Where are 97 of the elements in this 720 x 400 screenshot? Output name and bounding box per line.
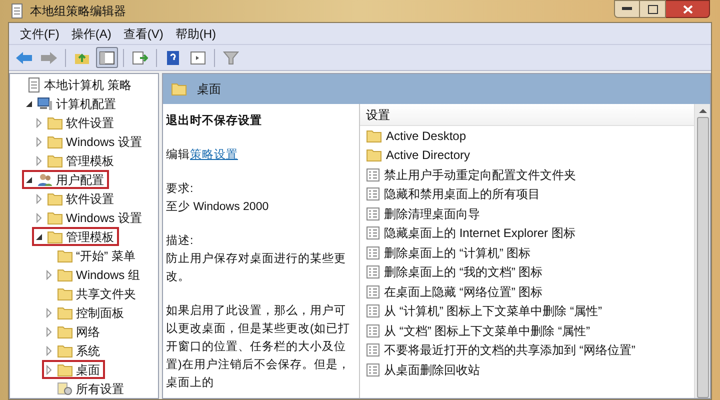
toolbar-button[interactable] [96, 47, 118, 68]
folder-icon [366, 148, 382, 162]
folder-icon [57, 306, 73, 320]
computer-icon [37, 96, 53, 110]
app-icon [10, 3, 24, 19]
setting-item[interactable]: Active Desktop [386, 126, 466, 145]
menu-item[interactable]: 查看(V) [118, 24, 168, 42]
setting-document-icon [366, 362, 380, 377]
setting-document-icon [366, 187, 380, 202]
folder-icon [57, 344, 73, 358]
expanded-arrow-icon[interactable] [24, 174, 34, 184]
tree-item[interactable]: 桌面 [76, 360, 100, 378]
collapsed-arrow-icon[interactable] [44, 270, 54, 280]
filter-icon [223, 50, 239, 64]
folder-icon [47, 116, 63, 130]
tree-pane-icon [99, 50, 115, 64]
folder-icon [47, 134, 63, 148]
requirement-text: 至少 Windows 2000 [166, 200, 270, 215]
users-icon [37, 172, 53, 186]
tree-item[interactable]: “开始” 菜单 [76, 246, 136, 264]
setting-item[interactable]: 禁止用户手动重定向配置文件文件夹 [384, 166, 576, 184]
expanded-arrow-icon[interactable] [34, 232, 44, 242]
close-icon [682, 4, 692, 14]
folder-icon [57, 324, 73, 338]
tree-item[interactable]: 所有设置 [76, 380, 124, 398]
tree-item[interactable]: 本地计算机 策略 [44, 76, 132, 94]
setting-document-icon [366, 168, 380, 182]
setting-document-icon [366, 343, 380, 358]
setting-document-icon [366, 226, 380, 240]
maximize-button[interactable] [640, 0, 666, 18]
export-list-icon [132, 50, 148, 64]
setting-item[interactable]: 从 “文档” 图标上下文菜单中删除 “属性” [384, 322, 590, 340]
restore-icon [648, 4, 658, 14]
setting-document-icon [366, 265, 380, 280]
setting-title: 退出时不保存设置 [166, 113, 263, 129]
description-text: 防止用户保存对桌面进行的某些更改。 [166, 251, 347, 285]
tree-item[interactable]: Windows 组 [76, 266, 140, 284]
window-title: 本地组策略编辑器 [30, 3, 126, 20]
tree-item[interactable]: 软件设置 [66, 114, 114, 132]
setting-document-icon [366, 246, 380, 260]
minimize-button[interactable] [614, 0, 640, 18]
tree-item[interactable]: 软件设置 [66, 190, 114, 208]
folder-icon [57, 268, 73, 282]
expanded-arrow-icon[interactable] [24, 98, 34, 108]
back-arrow-icon [15, 50, 33, 64]
tree-item[interactable]: 共享文件夹 [76, 284, 136, 302]
minimize-icon [622, 7, 632, 11]
setting-item[interactable]: 从桌面删除回收站 [384, 360, 480, 379]
menu-item[interactable]: 操作(A) [66, 24, 116, 42]
menu-item[interactable]: 文件(F) [15, 24, 64, 42]
setting-item[interactable]: 删除清理桌面向导 [384, 204, 480, 223]
setting-item[interactable]: 隐藏和禁用桌面上的所有项目 [384, 185, 540, 204]
pane-view-icon [190, 50, 206, 64]
folder-icon [47, 192, 63, 206]
folder-icon [171, 82, 187, 96]
tree-item[interactable]: Windows 设置 [66, 132, 142, 150]
tree-item[interactable]: 用户配置 [56, 170, 104, 188]
tree-item[interactable]: 计算机配置 [56, 94, 116, 112]
menu-item[interactable]: 帮助(H) [170, 24, 221, 42]
policy-document-icon [27, 76, 41, 92]
tree-item[interactable]: 管理模板 [66, 152, 114, 170]
tree-item[interactable]: 网络 [76, 322, 100, 340]
tree-item[interactable]: 控制面板 [76, 304, 124, 322]
help-icon [166, 50, 180, 66]
setting-item[interactable]: 从 “计算机” 图标上下文菜单中删除 “属性” [384, 302, 602, 320]
tree-item[interactable]: Windows 设置 [66, 208, 142, 226]
close-button[interactable] [666, 0, 710, 18]
setting-item[interactable]: 删除桌面上的 “计算机” 图标 [384, 244, 531, 262]
scroll-thumb[interactable] [696, 117, 708, 398]
tree-item[interactable]: 系统 [76, 342, 100, 360]
folder-icon [47, 210, 63, 224]
setting-item[interactable]: 在桌面上隐藏 “网络位置” 图标 [384, 282, 543, 301]
folder-icon [57, 248, 73, 262]
setting-item[interactable]: Active Directory [386, 146, 470, 164]
setting-document-icon [366, 206, 380, 221]
edit-label: 编辑 [166, 149, 190, 161]
folder-icon [57, 286, 73, 300]
folder-icon [57, 362, 73, 376]
folder-icon [47, 154, 63, 168]
setting-item[interactable]: 隐藏桌面上的 Internet Explorer 图标 [384, 224, 576, 242]
section-title: 桌面 [197, 81, 221, 98]
setting-document-icon [366, 304, 380, 318]
policy-settings-link[interactable]: 策略设置 [190, 149, 238, 161]
tree-item[interactable]: 管理模板 [66, 228, 114, 246]
setting-document-icon [366, 324, 380, 338]
forward-arrow-icon [40, 50, 58, 64]
description-text: 如果启用了此设置，那么，用户可以更改桌面，但是某些更改(如已打开窗口的位置、任务栏的大小及位置)在用户注销后不会保存。但是，桌面上的 [166, 303, 351, 391]
setting-item[interactable]: 删除桌面上的 “我的文档” 图标 [384, 263, 543, 282]
requirement-label: 要求: [166, 182, 194, 197]
setting-document-icon [366, 284, 380, 299]
setting-item[interactable]: 不要将最近打开的文档的共享添加到 “网络位置” [384, 341, 636, 360]
settings-icon [57, 382, 73, 396]
folder-icon [366, 128, 382, 143]
scrollbar[interactable] [694, 104, 710, 398]
folder-icon [47, 230, 63, 244]
scroll-up-icon [698, 108, 706, 113]
description-label: 描述: [166, 234, 194, 249]
